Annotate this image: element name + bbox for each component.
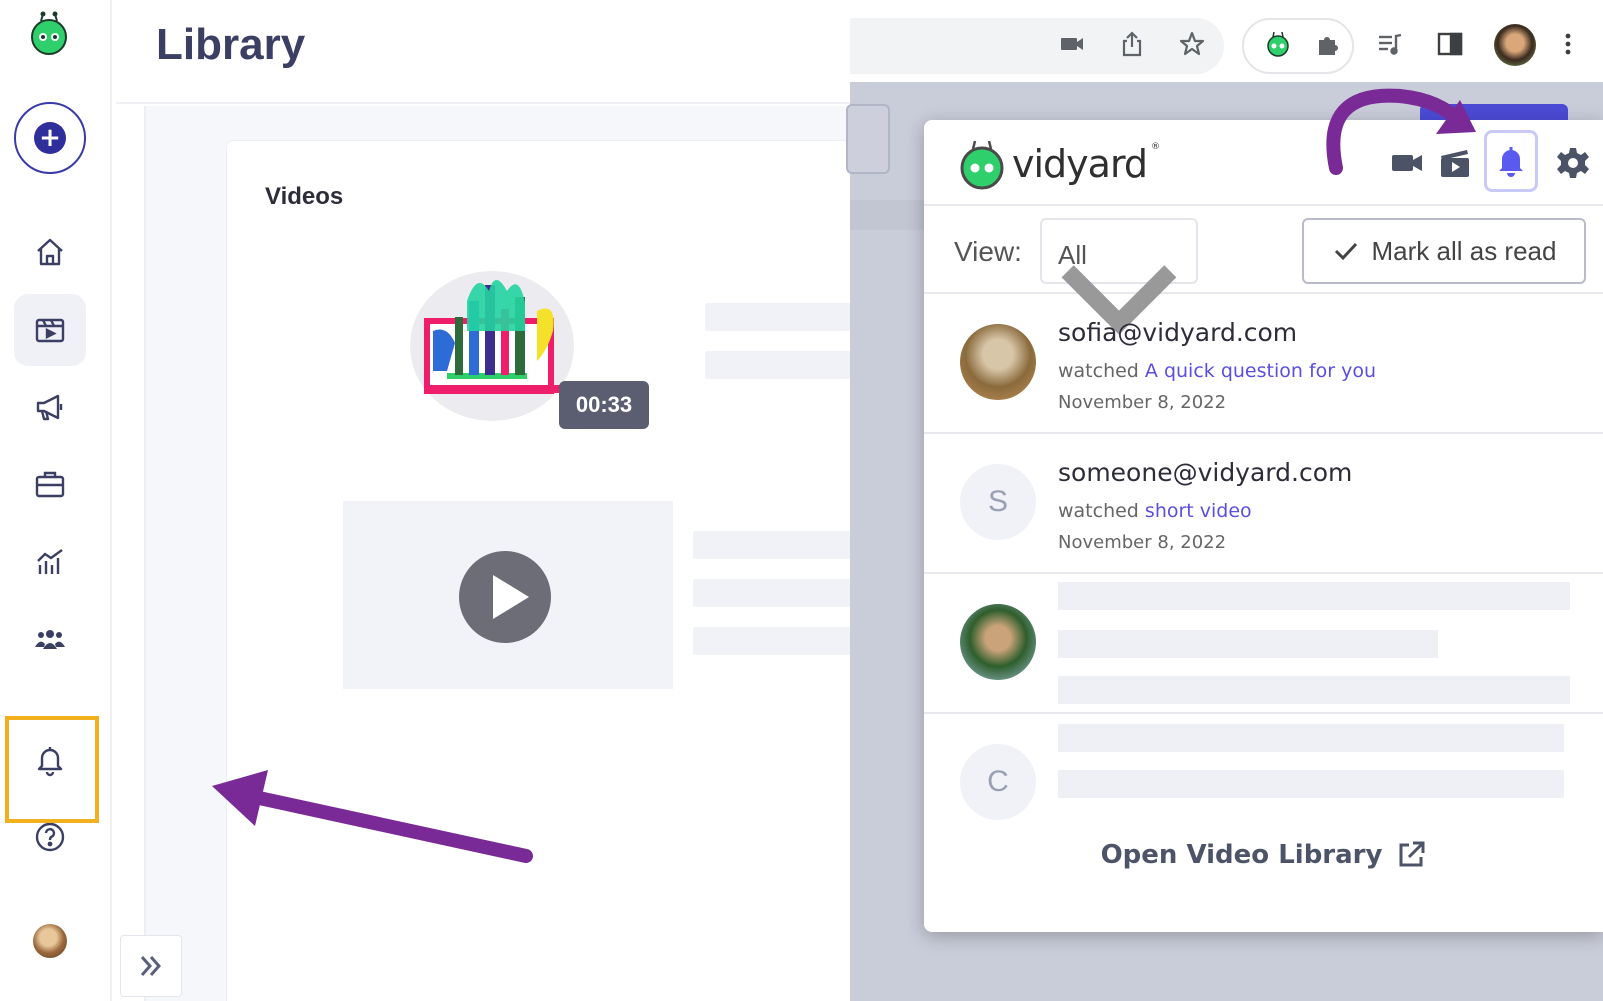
browser-profile-avatar[interactable] xyxy=(1494,24,1536,66)
notification-action: watched A quick question for you xyxy=(1058,360,1376,382)
skeleton-line xyxy=(1058,582,1570,610)
address-bar[interactable] xyxy=(850,18,1224,74)
user-avatar[interactable] xyxy=(33,924,67,958)
mark-all-read-label: Mark all as read xyxy=(1371,235,1557,266)
briefcase-icon xyxy=(35,471,65,498)
view-filter-select[interactable]: All xyxy=(1040,218,1198,335)
settings-gear-icon[interactable] xyxy=(1550,140,1596,186)
megaphone-icon xyxy=(36,394,63,421)
dimmed-dropdown xyxy=(846,104,890,174)
notification-action: watched short video xyxy=(1058,500,1252,522)
notification-avatar: C xyxy=(960,744,1036,820)
library-header: Library xyxy=(116,0,850,104)
notification-item[interactable]: S someone@vidyard.com watched short vide… xyxy=(924,436,1603,574)
skeleton-line xyxy=(705,351,865,379)
mark-all-read-button[interactable]: Mark all as read xyxy=(1302,218,1586,284)
skeleton-line xyxy=(1058,724,1564,752)
notification-date: November 8, 2022 xyxy=(1058,392,1227,413)
skeleton-line xyxy=(1058,630,1438,658)
skeleton-line xyxy=(693,627,863,655)
bookmark-star-icon[interactable] xyxy=(1174,26,1210,62)
videos-heading: Videos xyxy=(265,183,344,210)
notification-verb: watched xyxy=(1058,500,1139,522)
notification-avatar: S xyxy=(960,464,1036,540)
vidyard-brand: vidyard ® xyxy=(956,138,1160,190)
checkmark-icon xyxy=(1334,242,1357,261)
library-body: Videos 00:33 xyxy=(116,106,866,1001)
share-icon[interactable] xyxy=(1114,26,1150,62)
sidebar-item-library[interactable] xyxy=(14,294,86,366)
double-chevron-right-icon xyxy=(140,956,162,976)
skeleton-line xyxy=(1058,770,1564,798)
videos-card: Videos 00:33 xyxy=(226,140,866,1001)
video-duration-badge: 00:33 xyxy=(559,381,649,429)
vidyard-logo-icon xyxy=(960,140,1004,190)
skeleton-line xyxy=(693,579,863,607)
skeleton-line xyxy=(705,303,865,331)
side-panel-icon[interactable] xyxy=(1432,26,1468,62)
brand-name: vidyard xyxy=(1012,142,1148,186)
sidebar-item-analytics[interactable] xyxy=(14,526,86,598)
popup-header: vidyard ® xyxy=(924,120,1603,206)
page-title: Library xyxy=(156,20,306,69)
external-link-icon xyxy=(1399,841,1425,867)
secondary-sidebar xyxy=(116,106,146,1001)
notification-item[interactable]: sofia@vidyard.com watched A quick questi… xyxy=(924,296,1603,434)
sidebar-item-team[interactable] xyxy=(14,603,86,675)
camera-icon[interactable] xyxy=(1054,26,1090,62)
notification-email: someone@vidyard.com xyxy=(1058,458,1353,487)
video-library-icon xyxy=(35,318,65,343)
notifications-highlight-box xyxy=(5,716,99,823)
more-menu-icon[interactable] xyxy=(1550,26,1586,62)
notification-verb: watched xyxy=(1058,360,1139,382)
team-icon xyxy=(35,630,65,649)
sidebar-item-hubs[interactable] xyxy=(14,448,86,520)
expand-sidebar-button[interactable] xyxy=(120,935,182,997)
sidebar-item-home[interactable] xyxy=(14,216,86,288)
app-sidebar: + xyxy=(0,0,112,1001)
extensions-puzzle-icon[interactable] xyxy=(1310,26,1346,62)
view-selected-value: All xyxy=(1058,240,1087,270)
skeleton-line xyxy=(1058,676,1570,704)
home-icon xyxy=(37,238,63,266)
play-icon[interactable] xyxy=(459,551,551,643)
media-queue-icon[interactable] xyxy=(1372,26,1408,62)
video-placeholder[interactable] xyxy=(343,501,673,689)
sidebar-item-campaigns[interactable] xyxy=(14,371,86,443)
plus-icon: + xyxy=(34,122,66,154)
notification-email: sofia@vidyard.com xyxy=(1058,318,1298,347)
record-video-icon[interactable] xyxy=(1384,140,1430,186)
vidyard-logo-icon[interactable] xyxy=(26,10,72,56)
analytics-chart-icon xyxy=(37,549,63,574)
view-filter-row: View: All Mark all as read xyxy=(924,208,1603,335)
skeleton-line xyxy=(693,531,863,559)
notification-video-link[interactable]: short video xyxy=(1145,500,1252,522)
create-video-button[interactable]: + xyxy=(14,102,86,174)
video-library-icon[interactable] xyxy=(1432,140,1478,186)
notification-avatar xyxy=(960,324,1036,400)
notification-date: November 8, 2022 xyxy=(1058,532,1227,553)
browser-toolbar xyxy=(850,0,1603,82)
open-video-library-link[interactable]: Open Video Library xyxy=(924,820,1603,890)
open-video-library-label: Open Video Library xyxy=(1100,840,1383,870)
vidyard-extension-popup: vidyard ® View: All Mark all as read sofi… xyxy=(924,120,1603,932)
notification-video-link[interactable]: A quick question for you xyxy=(1145,360,1376,382)
view-label: View: xyxy=(954,236,1022,267)
notifications-bell-icon[interactable] xyxy=(1484,130,1538,192)
vidyard-extension-icon[interactable] xyxy=(1260,26,1296,62)
notification-avatar xyxy=(960,604,1036,680)
notification-item-loading xyxy=(924,576,1603,714)
help-icon xyxy=(35,822,65,852)
